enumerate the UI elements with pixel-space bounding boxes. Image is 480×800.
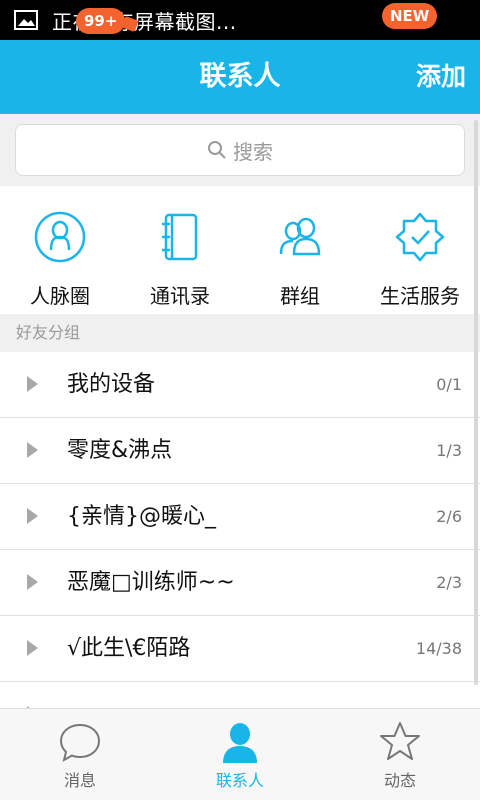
expand-arrow-icon: [27, 640, 38, 656]
group-count: 2/6: [436, 507, 462, 526]
expand-arrow-icon: [27, 442, 38, 458]
feature-row: 人脉圈 通讯录 群组 生活服务: [0, 186, 480, 314]
page-title: 联系人: [199, 61, 281, 92]
contacts-screen: 正在保存屏幕截图... 联系人 添加 搜索 人脉圈 通讯录 群组 生活服务 好友…: [0, 0, 480, 800]
feature-label: 群组: [280, 284, 320, 308]
list-item[interactable]: 我的设备 0/1: [0, 352, 480, 418]
group-name: {亲情}@暖心_: [67, 504, 216, 529]
list-item[interactable]: [0, 682, 480, 708]
search-input[interactable]: 搜索: [15, 124, 465, 176]
group-count: 14/38: [415, 639, 462, 658]
new-badge: NEW: [382, 3, 438, 29]
expand-arrow-icon: [27, 574, 38, 590]
tab-label: 消息: [63, 771, 96, 790]
list-item[interactable]: 零度&沸点 1/3: [0, 418, 480, 484]
group-name: 我的设备: [67, 372, 156, 397]
search-icon: [208, 141, 226, 159]
feature-qunzu[interactable]: 群组: [240, 186, 360, 314]
message-count-badge: 99+: [76, 8, 126, 34]
list-item[interactable]: √此生\€陌路 14/38: [0, 616, 480, 682]
add-button[interactable]: 添加: [416, 40, 466, 114]
group-icon: [279, 217, 321, 256]
feature-tongxunlu[interactable]: 通讯录: [120, 186, 240, 314]
section-label: 好友分组: [0, 314, 480, 352]
person-icon: [223, 723, 257, 763]
search-placeholder: 搜索: [233, 139, 273, 164]
tab-activity[interactable]: 动态: [320, 709, 480, 800]
group-name: 恶魔□训练师~~: [67, 570, 235, 595]
feature-label: 生活服务: [380, 284, 460, 308]
tab-label: 动态: [383, 771, 416, 790]
tab-label: 联系人: [215, 771, 264, 790]
tab-contacts[interactable]: 联系人: [160, 709, 320, 800]
group-name: √此生\€陌路: [67, 636, 191, 661]
person-circle-icon: [34, 211, 86, 263]
list-item[interactable]: {亲情}@暖心_ 2/6: [0, 484, 480, 550]
friend-group-list: 我的设备 0/1 零度&沸点 1/3 {亲情}@暖心_ 2/6 恶魔□训练师~~…: [0, 352, 480, 708]
group-count: 2/3: [436, 573, 462, 592]
search-area: 搜索: [0, 114, 480, 186]
expand-arrow-icon: [27, 376, 38, 392]
chat-bubble-icon: [59, 723, 101, 763]
feature-renmaiquan[interactable]: 人脉圈: [0, 186, 120, 314]
feature-shenghuofuwu[interactable]: 生活服务: [360, 186, 480, 314]
star-icon: [380, 722, 420, 760]
bottom-tab-bar: 消息 联系人 动态: [0, 708, 480, 800]
feature-label: 通讯录: [150, 284, 210, 308]
feature-label: 人脉圈: [30, 284, 90, 308]
group-count: 1/3: [436, 441, 462, 460]
group-name: 零度&沸点: [67, 438, 173, 463]
list-item[interactable]: 恶魔□训练师~~ 2/3: [0, 550, 480, 616]
scrollbar[interactable]: [474, 120, 478, 685]
app-header: 联系人 添加: [0, 40, 480, 114]
tab-messages[interactable]: 消息: [0, 709, 160, 800]
badge-check-icon: [395, 212, 445, 262]
image-icon: [14, 10, 38, 30]
address-book-icon: [162, 213, 198, 261]
expand-arrow-icon: [27, 508, 38, 524]
group-count: 0/1: [436, 375, 462, 394]
